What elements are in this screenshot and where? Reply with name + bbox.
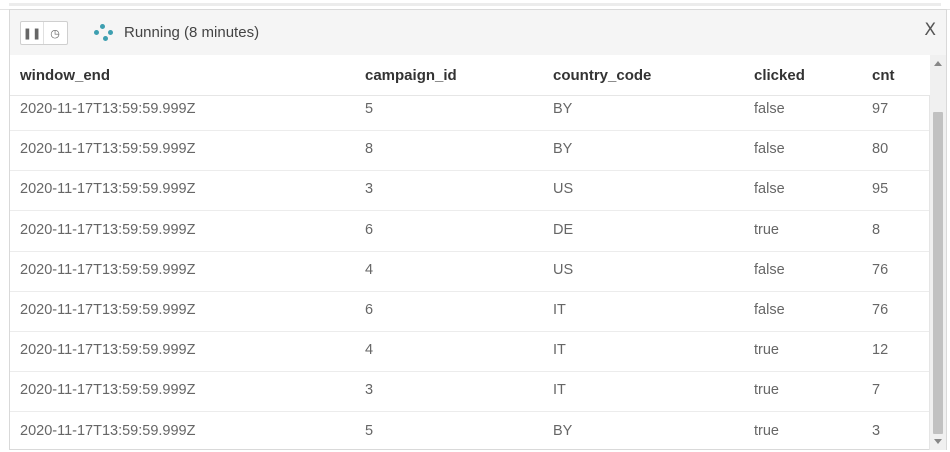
table-cell: true: [754, 382, 779, 399]
pause-icon[interactable]: ❚❚: [21, 22, 43, 44]
table-cell: 95: [872, 181, 889, 198]
table-cell: 3: [365, 181, 374, 198]
table-cell: false: [754, 141, 785, 158]
table-cell: 2020-11-17T13:59:59.999Z: [20, 101, 196, 117]
table-row: 2020-11-17T13:59:59.999Z 4 US false 76: [10, 251, 930, 292]
table-cell: true: [754, 422, 779, 439]
table-cell: 8: [365, 141, 374, 158]
table-cell: 5: [365, 422, 374, 439]
scroll-up-icon[interactable]: [934, 61, 942, 66]
table-cell: 97: [872, 101, 889, 117]
table-cell: BY: [553, 141, 573, 158]
table-cell: 4: [365, 261, 374, 278]
table-cell: IT: [553, 382, 566, 399]
table-cell: 12: [872, 342, 889, 359]
table-cell: 2020-11-17T13:59:59.999Z: [20, 261, 196, 278]
run-status-text: Running (8 minutes): [124, 24, 260, 41]
table-cell: BY: [553, 422, 573, 439]
table-cell: IT: [553, 302, 566, 318]
table-cell: 76: [872, 261, 889, 278]
table-cell: 2020-11-17T13:59:59.999Z: [20, 382, 196, 399]
table-row: 2020-11-17T13:59:59.999Z 8 BY false 80: [10, 130, 930, 172]
table-cell: 6: [365, 302, 374, 318]
table-cell: 80: [872, 141, 889, 158]
column-header[interactable]: cnt: [872, 67, 895, 84]
top-strip-bar: [9, 3, 941, 6]
table-row: 2020-11-17T13:59:59.999Z 5 BY true 3: [10, 412, 930, 450]
vertical-scrollbar[interactable]: [929, 55, 946, 450]
table-cell: 2020-11-17T13:59:59.999Z: [20, 221, 196, 238]
table-cell: 8: [872, 221, 881, 238]
column-header[interactable]: campaign_id: [365, 67, 457, 84]
table-cell: 2020-11-17T13:59:59.999Z: [20, 302, 196, 318]
table-cell: 3: [872, 422, 881, 439]
table-cell: IT: [553, 342, 566, 359]
table-cell: 2020-11-17T13:59:59.999Z: [20, 181, 196, 198]
column-header[interactable]: clicked: [754, 67, 805, 84]
table-row: 2020-11-17T13:59:59.999Z 6 DE true 8: [10, 211, 930, 252]
table-cell: DE: [553, 221, 574, 238]
table-cell: false: [754, 181, 785, 198]
table-cell: 2020-11-17T13:59:59.999Z: [20, 141, 196, 158]
table-cell: BY: [553, 101, 573, 117]
table-cell: 2020-11-17T13:59:59.999Z: [20, 342, 196, 359]
table-row: 2020-11-17T13:59:59.999Z 4 IT true 12: [10, 331, 930, 373]
table-cell: 76: [872, 302, 889, 318]
table-cell: false: [754, 261, 785, 278]
table-row: 2020-11-17T13:59:59.999Z 3 US false 95: [10, 170, 930, 212]
results-panel: ❚❚ ◷ Running (8 minutes) X window_end ca…: [9, 9, 947, 450]
table-cell: 2020-11-17T13:59:59.999Z: [20, 422, 196, 439]
results-toolbar: ❚❚ ◷ Running (8 minutes) X: [10, 10, 946, 56]
scrollbar-thumb[interactable]: [933, 112, 943, 434]
results-table: window_end campaign_id country_code clic…: [10, 55, 930, 450]
scroll-down-icon[interactable]: [934, 439, 942, 444]
clock-icon[interactable]: ◷: [43, 22, 66, 44]
table-row: 2020-11-17T13:59:59.999Z 3 IT true 7: [10, 371, 930, 413]
table-cell: 5: [365, 101, 374, 117]
table-cell: false: [754, 101, 785, 117]
table-cell: US: [553, 261, 574, 278]
column-header[interactable]: country_code: [553, 67, 651, 84]
running-spinner-icon: [94, 24, 114, 42]
table-cell: 3: [365, 382, 374, 399]
table-cell: true: [754, 342, 779, 359]
playback-controls: ❚❚ ◷: [20, 21, 68, 45]
table-row: 2020-11-17T13:59:59.999Z 6 IT false 76: [10, 291, 930, 332]
close-button[interactable]: X: [924, 20, 936, 40]
table-cell: true: [754, 221, 779, 238]
table-cell: 7: [872, 382, 881, 399]
table-cell: 6: [365, 221, 374, 238]
table-header: window_end campaign_id country_code clic…: [10, 55, 930, 96]
table-cell: false: [754, 302, 785, 318]
column-header[interactable]: window_end: [20, 67, 110, 84]
table-cell: US: [553, 181, 574, 198]
table-cell: 4: [365, 342, 374, 359]
table-row: 2020-11-17T13:59:59.999Z 5 BY false 97: [10, 90, 930, 131]
